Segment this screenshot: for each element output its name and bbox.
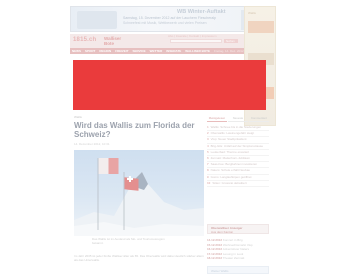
agenda-text: Konzert in Brig xyxy=(222,238,243,242)
agenda-date: 17.12.2012 xyxy=(207,251,223,256)
weather-box-label: Wetter Wallis xyxy=(211,269,229,273)
brand-line2: Bote xyxy=(104,41,114,46)
search-input[interactable] xyxy=(170,39,222,43)
list-item-text: Sitten: Grossrat debattiert xyxy=(212,180,247,185)
agenda-text: Weihnachtsmarkt Visp xyxy=(222,242,253,247)
tab-kommentiert[interactable]: Kommentiert xyxy=(249,116,269,122)
site-header: 1815.ch Walliser Bote Abo | Inserate | K… xyxy=(70,34,244,48)
agenda-list: 14.12.2012 Konzert in Brig 15.12.2012 We… xyxy=(207,238,269,261)
list-item-text: Oberwallis: Lawinengefahr steigt xyxy=(210,131,255,136)
list-item-text: Leukerbad: Therme erweitert xyxy=(210,149,250,154)
anzeiger-box[interactable]: Oberwalliser Anzeiger Aus dem Kanton xyxy=(207,224,269,234)
site-logo[interactable]: 1815.ch xyxy=(73,37,96,43)
nav-item-freizeit[interactable]: FREIZEIT xyxy=(115,49,128,53)
search-button[interactable]: Suchen xyxy=(224,39,238,43)
nav-item-inserate[interactable]: INSERATE xyxy=(166,49,181,53)
list-item-number: 6 xyxy=(207,156,209,161)
breadcrumb[interactable]: Wallis xyxy=(74,115,82,119)
weather-box[interactable]: Wetter Wallis xyxy=(207,266,269,274)
list-item-text: Naters: Schule erhält Neubau xyxy=(210,168,251,173)
main-nav: NEWS SPORT REGION FREIZEIT SERVICE WETTE… xyxy=(70,48,244,54)
search-button-label: Suchen xyxy=(226,39,235,43)
ad-line2: Schneefest mit Musik, Wettbewerb und vie… xyxy=(123,21,207,25)
anzeiger-box-label: Oberwalliser Anzeiger Aus dem Kanton xyxy=(211,226,242,234)
list-item-text: Goms: Langlaufloipen geöffnet xyxy=(210,174,252,179)
sidebar-tabs: Meistgelesen Neueste Kommentiert xyxy=(207,116,269,122)
most-read-list: 1 Wallis: Schnee bis in die Niederungen 2… xyxy=(207,125,269,188)
tab-neueste[interactable]: Neueste xyxy=(228,116,248,122)
agenda-date: 18.12.2012 xyxy=(207,256,223,261)
agenda-text: Theater Zermatt xyxy=(222,256,245,261)
matterhorn-image xyxy=(74,158,204,236)
article-photo[interactable] xyxy=(74,150,204,236)
nav-item-news[interactable]: NEWS xyxy=(72,49,81,53)
list-item-number: 10 xyxy=(207,180,211,185)
ad-line1: Samstag, 15. Dezember 2012 auf der Lauch… xyxy=(123,16,216,20)
list-item-number: 8 xyxy=(207,168,209,173)
nav-date: Freitag, 14. Dez. 2012 xyxy=(213,49,244,53)
nav-item-service[interactable]: SERVICE xyxy=(133,49,146,53)
box-label-line2: Aus dem Kanton xyxy=(211,229,234,234)
list-item-text: Saas-Fee: Bergbahnen investieren xyxy=(210,162,258,167)
list-item-number: 2 xyxy=(207,131,209,136)
list-item-number: 1 xyxy=(207,125,209,129)
list-item-text: Visp: Neuer Stadtpräsident xyxy=(210,137,247,142)
leaderboard-ad[interactable] xyxy=(73,60,266,110)
nav-item-region[interactable]: REGION xyxy=(99,49,111,53)
article-body: Im Jahr 2035 ist jeder fünfte Walliser ä… xyxy=(74,254,204,262)
nav-item-wetter[interactable]: WETTER xyxy=(150,49,163,53)
tab-meistgelesen[interactable]: Meistgelesen xyxy=(207,116,227,122)
list-item-number: 4 xyxy=(207,143,209,148)
agenda-date: 15.12.2012 xyxy=(207,242,223,247)
list-item-number: 9 xyxy=(207,174,209,179)
list-item-text: Brig-Glis: Unfall auf der Simplonstrasse xyxy=(210,143,264,148)
sky-ad-text-top: Wallis xyxy=(248,11,256,15)
agenda-text: Lesung in Leuk xyxy=(222,251,244,256)
agenda-item[interactable]: 18.12.2012 Theater Zermatt xyxy=(207,256,269,261)
ad-title: WB Winter-Auftakt xyxy=(177,9,226,15)
agenda-text: Adventsfeier Naters xyxy=(222,247,250,252)
top-links[interactable]: Abo | Inserate | Kontakt | Impressum xyxy=(168,34,217,38)
article-meta: 14. Dezember 2012, 10:31 xyxy=(74,142,110,146)
walliser-bote-logo[interactable]: Walliser Bote xyxy=(104,36,121,46)
list-item-number: 5 xyxy=(207,149,209,154)
sky-ad-block xyxy=(248,21,274,33)
list-item-text: Zermatt: Matterhorn-Jubiläum xyxy=(210,156,251,161)
list-item-text: Wallis: Schnee bis in die Niederungen xyxy=(210,125,262,129)
ad-logo xyxy=(77,11,117,29)
photo-caption: Das Wallis ist im Ausland als Ski- und T… xyxy=(92,237,165,245)
nav-item-sport[interactable]: SPORT xyxy=(85,49,95,53)
agenda-date: 14.12.2012 xyxy=(207,238,223,242)
agenda-date: 16.12.2012 xyxy=(207,247,223,252)
list-item-number: 3 xyxy=(207,137,209,142)
list-item-number: 7 xyxy=(207,162,209,167)
nav-item-walliser-bote[interactable]: WALLISER BOTE xyxy=(185,49,210,53)
list-item[interactable]: 10 Sitten: Grossrat debattiert xyxy=(207,180,269,188)
article-title: Wird das Wallis zum Florida der Schweiz? xyxy=(74,121,195,139)
